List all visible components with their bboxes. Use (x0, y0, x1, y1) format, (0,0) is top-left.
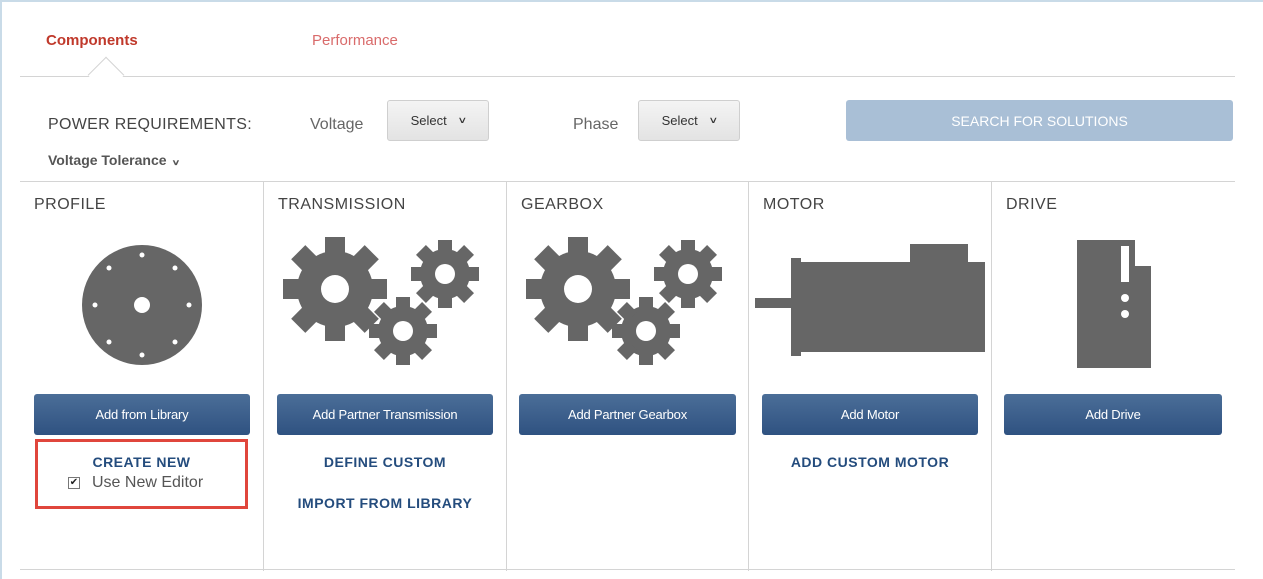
add-from-library-button[interactable]: Add from Library (34, 394, 250, 435)
chevron-down-icon: ∨ (708, 115, 719, 125)
voltage-tolerance-toggle[interactable]: Voltage Tolerance ∨ (48, 152, 180, 168)
app-frame: Components Performance POWER REQUIREMENT… (0, 0, 1263, 579)
add-partner-transmission-button[interactable]: Add Partner Transmission (277, 394, 493, 435)
gearbox-title: GEARBOX (521, 196, 604, 213)
chevron-down-icon: ∨ (457, 115, 468, 125)
tab-performance[interactable]: Performance (312, 32, 398, 49)
use-new-editor-option[interactable]: ✔ Use New Editor (68, 474, 203, 492)
active-tab-indicator (87, 56, 125, 94)
add-motor-button[interactable]: Add Motor (762, 394, 978, 435)
transmission-title: TRANSMISSION (278, 196, 406, 213)
add-custom-motor-link[interactable]: ADD CUSTOM MOTOR (749, 454, 991, 470)
tab-components[interactable]: Components (46, 32, 138, 49)
motor-title: MOTOR (763, 196, 825, 213)
motor-icon (749, 234, 991, 374)
search-for-solutions-button[interactable]: SEARCH FOR SOLUTIONS (846, 100, 1233, 141)
transmission-column: TRANSMISSION Add Partner Transmission DE… (264, 182, 507, 571)
drive-column: DRIVE Add Drive (992, 182, 1235, 571)
add-partner-gearbox-button[interactable]: Add Partner Gearbox (519, 394, 736, 435)
drive-icon (992, 234, 1235, 374)
voltage-tolerance-label: Voltage Tolerance (48, 152, 167, 168)
phase-select-value: Select (661, 113, 698, 128)
phase-label: Phase (573, 116, 619, 133)
voltage-select-value: Select (410, 113, 447, 128)
import-from-library-link[interactable]: IMPORT FROM LIBRARY (264, 495, 506, 511)
profile-disc-icon (20, 234, 263, 374)
motor-column: MOTOR Add Motor ADD CUSTOM MOTOR (749, 182, 992, 571)
checkbox-icon[interactable]: ✔ (68, 477, 80, 489)
define-custom-link[interactable]: DEFINE CUSTOM (264, 454, 506, 470)
add-drive-button[interactable]: Add Drive (1004, 394, 1222, 435)
voltage-select[interactable]: Select ∨ (387, 100, 489, 141)
use-new-editor-label: Use New Editor (92, 474, 204, 491)
components-grid: PROFILE Add from Library CREATE NEW TRAN… (20, 181, 1235, 571)
gears-icon (507, 234, 748, 374)
tab-bar: Components Performance (20, 2, 1235, 94)
profile-title: PROFILE (34, 196, 106, 213)
power-requirements-label: POWER REQUIREMENTS: (48, 116, 252, 133)
chevron-down-icon: ∨ (171, 158, 180, 167)
phase-select[interactable]: Select ∨ (638, 100, 740, 141)
profile-column: PROFILE Add from Library CREATE NEW (20, 182, 264, 571)
drive-title: DRIVE (1006, 196, 1058, 213)
gears-icon (264, 234, 506, 374)
gearbox-column: GEARBOX Add Partner Gearbox (507, 182, 749, 571)
voltage-label: Voltage (310, 116, 364, 133)
